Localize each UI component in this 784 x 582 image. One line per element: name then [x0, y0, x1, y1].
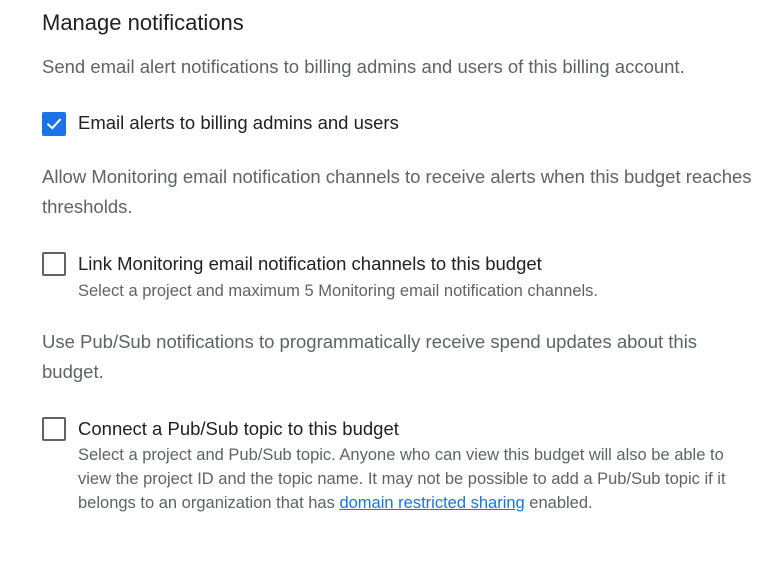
billing-alerts-description: Send email alert notifications to billin…	[42, 56, 685, 77]
domain-restricted-sharing-link[interactable]: domain restricted sharing	[339, 494, 524, 512]
manage-notifications-panel: Manage notifications Send email alert no…	[0, 0, 784, 582]
section-title: Manage notifications	[42, 10, 244, 35]
checkmark-icon	[46, 118, 62, 130]
pubsub-description: Use Pub/Sub notifications to programmati…	[42, 331, 698, 382]
pubsub-hint-text-end: enabled.	[524, 494, 593, 512]
monitoring-description: Allow Monitoring email notification chan…	[42, 166, 752, 217]
billing-alerts-checkbox[interactable]	[42, 112, 66, 136]
monitoring-channels-checkbox[interactable]	[42, 252, 66, 276]
monitoring-channels-checkbox-label[interactable]: Link Monitoring email notification chann…	[78, 252, 542, 276]
monitoring-channels-hint: Select a project and maximum 5 Monitorin…	[78, 282, 599, 300]
billing-alerts-checkbox-label[interactable]: Email alerts to billing admins and users	[78, 111, 399, 135]
pubsub-topic-checkbox-label[interactable]: Connect a Pub/Sub topic to this budget	[78, 417, 399, 441]
pubsub-topic-hint: Select a project and Pub/Sub topic. Anyo…	[78, 443, 738, 515]
pubsub-topic-checkbox[interactable]	[42, 417, 66, 441]
